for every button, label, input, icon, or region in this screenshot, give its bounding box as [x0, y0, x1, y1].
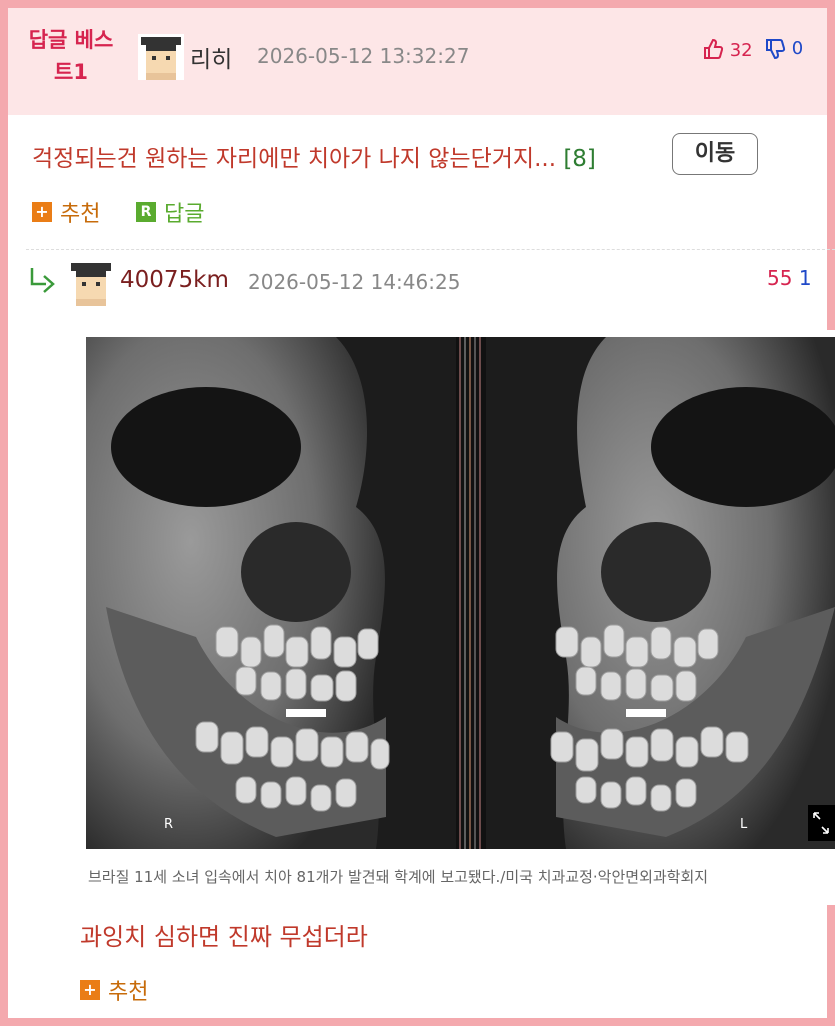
- best-reply-datetime: 2026-05-12 13:32:27: [257, 44, 470, 68]
- best-reply-like[interactable]: 32: [702, 38, 753, 61]
- best-reply-dislike-count: 0: [791, 38, 804, 59]
- reply-votes: 55 1: [767, 266, 812, 290]
- plus-icon: +: [32, 202, 52, 222]
- xray-label-left-side: L: [740, 817, 748, 832]
- user-avatar[interactable]: [138, 34, 184, 80]
- reply-like-count: 55: [767, 266, 793, 290]
- best-reply-text-content: 걱정되는건 원하는 자리에만 치아가 나지 않는단거지...: [32, 146, 557, 172]
- reply-icon: R: [136, 202, 156, 222]
- thumbs-down-icon[interactable]: [764, 38, 792, 60]
- user-avatar[interactable]: [68, 260, 114, 306]
- best-reply-username[interactable]: 리히: [190, 40, 232, 74]
- recommend-button[interactable]: + 추천: [32, 196, 100, 228]
- reply-datetime: 2026-05-12 14:46:25: [248, 270, 461, 294]
- xray-label-right-side: R: [164, 817, 174, 832]
- divider: [26, 249, 835, 251]
- reply-username[interactable]: 40075km: [120, 267, 229, 293]
- best-reply-label: 답글 베스트1: [28, 28, 114, 84]
- best-reply-dislike[interactable]: 0: [764, 38, 803, 60]
- reply-count-badge[interactable]: [8]: [563, 146, 596, 172]
- recommend-label: 추천: [60, 202, 101, 227]
- recommend-button[interactable]: + 추천: [80, 974, 148, 1006]
- best-reply-like-count: 32: [729, 40, 753, 61]
- xray-image[interactable]: R L: [86, 337, 835, 849]
- reply-label: 답글: [164, 202, 205, 227]
- recommend-label: 추천: [108, 980, 149, 1005]
- frame-right-edge: [827, 0, 835, 330]
- frame-right-edge-bottom: [827, 905, 835, 1026]
- reply-arrow-icon: [30, 268, 55, 293]
- plus-icon: +: [80, 980, 100, 1000]
- skull-xray-graphic: [86, 337, 835, 849]
- image-caption: 브라질 11세 소녀 입속에서 치아 81개가 발견돼 학계에 보고됐다./미국…: [88, 868, 709, 886]
- best-reply-text: 걱정되는건 원하는 자리에만 치아가 나지 않는단거지... [8]: [32, 139, 596, 173]
- reply-dislike-count: 1: [798, 266, 812, 290]
- move-button[interactable]: 이동: [672, 133, 758, 175]
- reply-button[interactable]: R 답글: [136, 196, 204, 228]
- reply-text: 과잉치 심하면 진짜 무섭더라: [80, 923, 368, 951]
- thumbs-up-icon[interactable]: [702, 38, 730, 61]
- expand-icon[interactable]: [808, 805, 835, 841]
